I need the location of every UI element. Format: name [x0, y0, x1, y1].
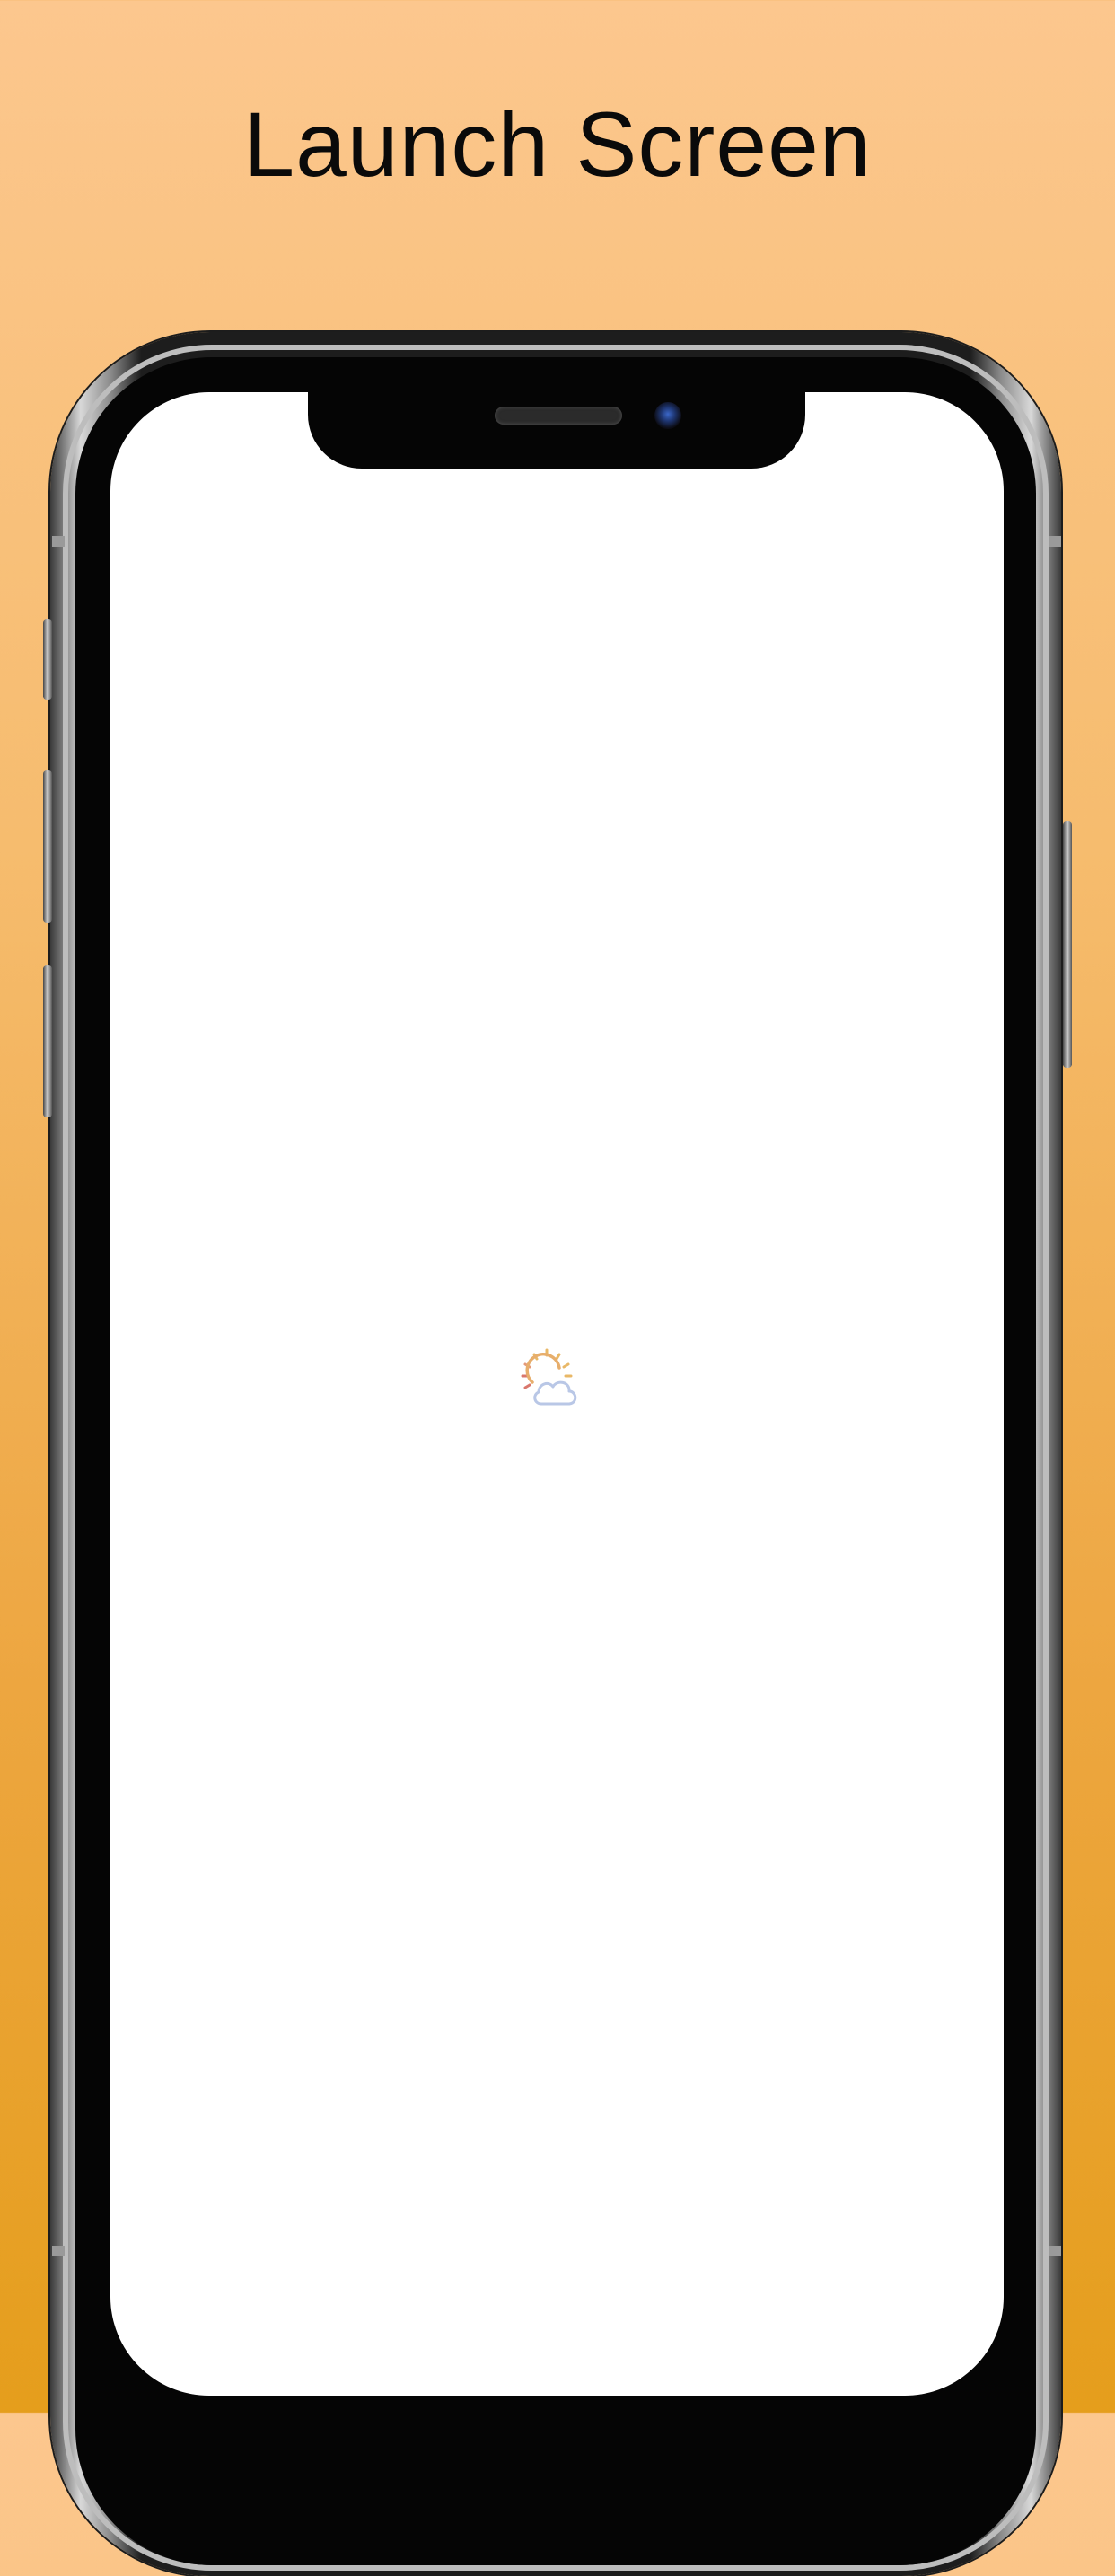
- antenna-band: [52, 2246, 65, 2256]
- silent-switch: [43, 619, 52, 700]
- speaker-grille: [495, 407, 622, 425]
- antenna-band: [1049, 2246, 1061, 2256]
- antenna-band: [1049, 536, 1061, 547]
- page-headline: Launch Screen: [243, 93, 872, 196]
- partly-cloudy-sun-icon: [521, 1348, 577, 1406]
- volume-down-button: [43, 965, 52, 1117]
- front-camera: [654, 402, 681, 429]
- volume-up-button: [43, 770, 52, 923]
- power-button: [1063, 821, 1072, 1068]
- antenna-band: [52, 536, 65, 547]
- phone-notch: [308, 386, 805, 469]
